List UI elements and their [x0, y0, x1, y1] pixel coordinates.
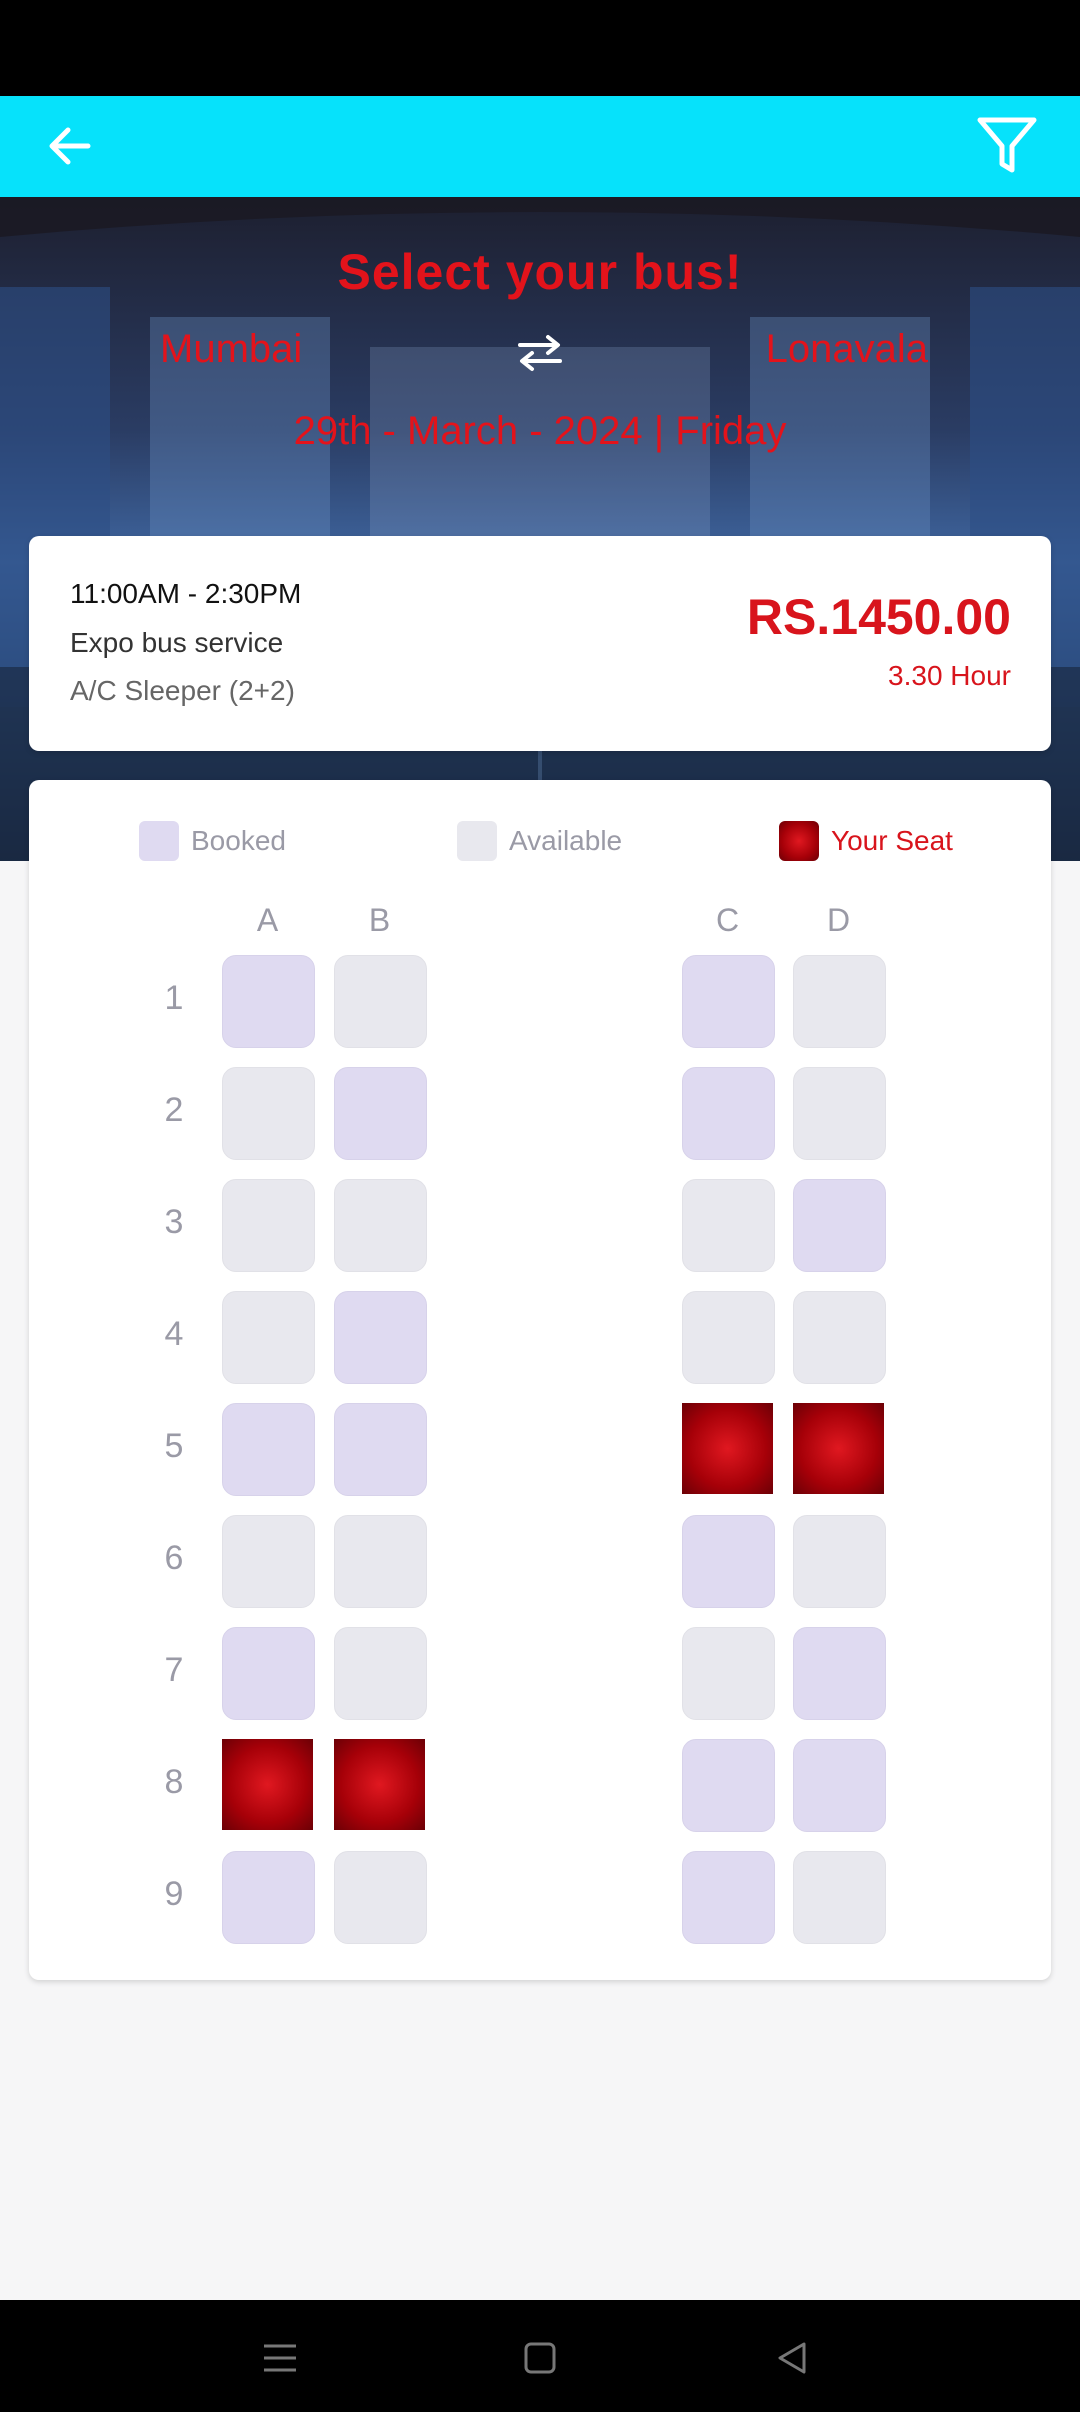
seat-4C[interactable] [682, 1291, 775, 1384]
seat-4B[interactable] [334, 1291, 427, 1384]
travel-date: 29th - March - 2024 | Friday [293, 409, 787, 453]
trip-duration: 3.30 Hour [888, 660, 1011, 691]
seat-1B[interactable] [334, 955, 427, 1048]
seat-6D[interactable] [793, 1515, 886, 1608]
seat-6A[interactable] [222, 1515, 315, 1608]
swap-arrows-icon [518, 335, 562, 371]
filter-icon [977, 117, 1037, 173]
system-back-button[interactable] [770, 2336, 814, 2380]
status-bar [0, 0, 1080, 96]
home-icon [524, 2342, 556, 2374]
seat-7D[interactable] [793, 1627, 886, 1720]
seat-5A[interactable] [222, 1403, 315, 1496]
home-button[interactable] [518, 2336, 562, 2380]
row-label-2: 2 [164, 1091, 184, 1129]
row-label-1: 1 [164, 979, 184, 1017]
seat-9C[interactable] [682, 1851, 775, 1944]
available-swatch [457, 821, 497, 861]
legend-booked: Booked [139, 820, 286, 862]
fare-price: RS.1450.00 [746, 589, 1011, 645]
seat-8B[interactable] [334, 1739, 425, 1830]
seat-9D[interactable] [793, 1851, 886, 1944]
hero-banner: Select your bus! Mumbai Lonavala 29th - … [0, 197, 1080, 861]
seat-3D[interactable] [793, 1179, 886, 1272]
page-title: Select your bus! [337, 244, 743, 300]
seat-1D[interactable] [793, 955, 886, 1048]
origin-city: Mumbai [160, 327, 303, 371]
booked-swatch [139, 821, 179, 861]
seat-6C[interactable] [682, 1515, 775, 1608]
swap-route-button[interactable] [516, 333, 564, 373]
column-label-b: B [368, 902, 391, 938]
row-label-7: 7 [164, 1651, 184, 1689]
row-label-9: 9 [164, 1875, 184, 1913]
seat-3B[interactable] [334, 1179, 427, 1272]
seat-7B[interactable] [334, 1627, 427, 1720]
seat-1A[interactable] [222, 955, 315, 1048]
system-navigation-bar [0, 2300, 1080, 2412]
row-label-3: 3 [164, 1203, 184, 1241]
seat-2D[interactable] [793, 1067, 886, 1160]
seat-5C[interactable] [682, 1403, 773, 1494]
seat-9B[interactable] [334, 1851, 427, 1944]
row-label-6: 6 [164, 1539, 184, 1577]
seat-9A[interactable] [222, 1851, 315, 1944]
bus-info-card: 11:00AM - 2:30PM Expo bus service A/C Sl… [29, 536, 1051, 751]
seat-3C[interactable] [682, 1179, 775, 1272]
seat-2B[interactable] [334, 1067, 427, 1160]
legend-available-label: Available [509, 825, 623, 856]
seat-7C[interactable] [682, 1627, 775, 1720]
column-label-a: A [256, 902, 279, 938]
bus-type: A/C Sleeper (2+2) [70, 675, 295, 706]
legend-your-seat-label: Your Seat [831, 825, 953, 856]
column-label-c: C [715, 902, 740, 938]
bus-operator-name: Expo bus service [70, 627, 284, 658]
arrow-left-icon [49, 127, 91, 165]
app-bar [0, 96, 1080, 197]
seat-5D[interactable] [793, 1403, 884, 1494]
seat-5B[interactable] [334, 1403, 427, 1496]
seat-1C[interactable] [682, 955, 775, 1048]
legend-your-seat: Your Seat [779, 820, 953, 862]
seat-map-card: Booked Available Your Seat A B C D 1 2 3 4 5… [29, 780, 1051, 1980]
column-label-d: D [826, 902, 851, 938]
row-label-5: 5 [164, 1427, 184, 1465]
destination-city: Lonavala [765, 327, 928, 371]
legend-available: Available [457, 820, 622, 862]
menu-icon [264, 2344, 296, 2372]
your-seat-swatch [779, 821, 819, 861]
recent-apps-button[interactable] [258, 2336, 302, 2380]
back-button[interactable] [40, 116, 100, 176]
seat-4A[interactable] [222, 1291, 315, 1384]
seat-4D[interactable] [793, 1291, 886, 1384]
legend-booked-label: Booked [191, 825, 286, 856]
seat-6B[interactable] [334, 1515, 427, 1608]
seat-8D[interactable] [793, 1739, 886, 1832]
row-label-4: 4 [164, 1315, 184, 1353]
seat-2A[interactable] [222, 1067, 315, 1160]
seat-2C[interactable] [682, 1067, 775, 1160]
back-triangle-icon [778, 2342, 806, 2374]
bus-timing: 11:00AM - 2:30PM [70, 578, 302, 609]
filter-button[interactable] [974, 112, 1040, 178]
seat-8A[interactable] [222, 1739, 313, 1830]
seat-7A[interactable] [222, 1627, 315, 1720]
row-label-8: 8 [164, 1763, 184, 1801]
seat-3A[interactable] [222, 1179, 315, 1272]
seat-8C[interactable] [682, 1739, 775, 1832]
